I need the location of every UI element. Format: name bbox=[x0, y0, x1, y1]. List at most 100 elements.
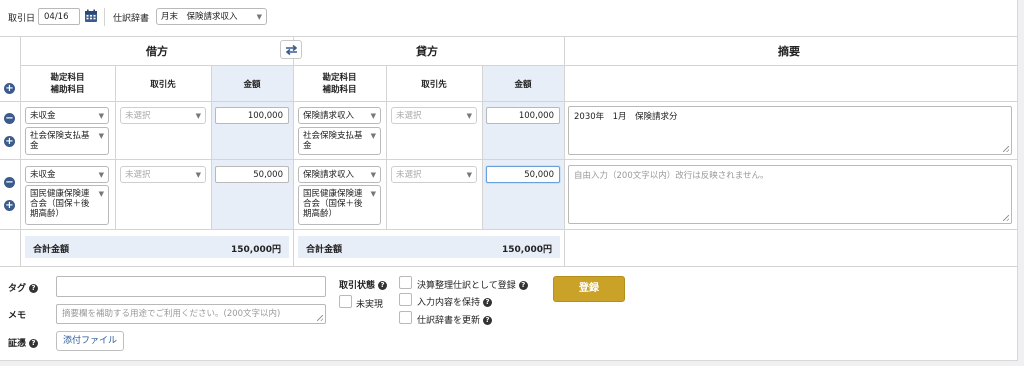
grid-line bbox=[20, 36, 21, 266]
account-header-line1: 勘定科目 bbox=[50, 73, 85, 83]
chevron-down-icon: ▼ bbox=[98, 171, 104, 179]
debit-amount-column-bg bbox=[211, 66, 293, 229]
keep-input-checkbox[interactable] bbox=[399, 293, 412, 306]
select-value: 未収金 bbox=[30, 111, 56, 121]
attach-file-button[interactable]: 添付ファイル bbox=[56, 331, 124, 351]
debit-total-value: 150,000円 bbox=[231, 245, 281, 255]
journal-entry-form: 取引日 04/16 仕訳辞書 月末 保険請求収入 ▼ 借方 貸方 摘要 勘定科目… bbox=[0, 0, 1018, 361]
debit-total: 合計金額 150,000円 bbox=[25, 236, 289, 258]
debit-partner-select[interactable]: 未選択 ▼ bbox=[120, 107, 206, 124]
debit-partner-select[interactable]: 未選択 ▼ bbox=[120, 166, 206, 183]
question-icon[interactable]: ? bbox=[518, 281, 528, 290]
credit-amount-input[interactable]: 50,000 bbox=[486, 166, 560, 183]
tag-input[interactable] bbox=[56, 276, 326, 297]
plus-circle-icon[interactable]: + bbox=[4, 136, 15, 147]
chevron-down-icon: ▼ bbox=[256, 13, 262, 21]
debit-amount-input[interactable]: 100,000 bbox=[215, 107, 289, 124]
date-input[interactable]: 04/16 bbox=[38, 8, 80, 25]
debit-account-select[interactable]: 未収金 ▼ bbox=[25, 107, 109, 124]
credit-account-header: 勘定科目 補助科目 bbox=[293, 72, 386, 96]
credit-amount-header: 金額 bbox=[514, 80, 532, 90]
chevron-down-icon: ▼ bbox=[370, 132, 376, 140]
table-top-border bbox=[0, 36, 1018, 37]
account-header-line2: 補助科目 bbox=[50, 85, 85, 95]
status-label-text: 取引状態 bbox=[339, 281, 376, 291]
chevron-down-icon: ▼ bbox=[370, 190, 376, 198]
select-value: 未選択 bbox=[125, 111, 151, 121]
grid-line bbox=[0, 229, 1018, 230]
debit-amount-input[interactable]: 50,000 bbox=[215, 166, 289, 183]
chevron-down-icon: ▼ bbox=[370, 112, 376, 120]
update-dict-label: 仕訳辞書を更新? bbox=[417, 313, 493, 326]
update-dict-checkbox[interactable] bbox=[399, 311, 412, 324]
plus-circle-icon[interactable]: + bbox=[4, 83, 15, 94]
credit-total-value: 150,000円 bbox=[502, 245, 552, 255]
account-header-line1: 勘定科目 bbox=[322, 73, 357, 83]
memo-textarea[interactable]: 2030年 1月 保険請求分 bbox=[568, 106, 1012, 155]
memo-label: メモ bbox=[8, 311, 27, 321]
settlement-label: 決算整理仕訳として登録? bbox=[417, 278, 528, 291]
account-header-line2: 補助科目 bbox=[322, 85, 357, 95]
credit-sub-account-select[interactable]: 社会保険支払基金 ▼ bbox=[298, 127, 381, 155]
select-value: 社会保険支払基金 bbox=[303, 131, 363, 151]
grid-line bbox=[386, 66, 387, 229]
swap-icon bbox=[285, 44, 298, 56]
credit-partner-header: 取引先 bbox=[421, 80, 447, 90]
credit-partner-select[interactable]: 未選択 ▼ bbox=[391, 166, 477, 183]
question-icon[interactable]: ? bbox=[483, 316, 493, 325]
grid-line bbox=[0, 159, 1018, 160]
grid-line bbox=[0, 266, 1018, 267]
minus-circle-icon[interactable]: − bbox=[4, 113, 15, 124]
resize-handle[interactable] bbox=[1003, 215, 1009, 221]
grid-line bbox=[564, 36, 565, 266]
question-icon[interactable]: ? bbox=[483, 298, 493, 307]
keep-input-label: 入力内容を保持? bbox=[417, 295, 493, 308]
keep-input-label-text: 入力内容を保持 bbox=[417, 298, 481, 308]
chevron-down-icon: ▼ bbox=[195, 171, 201, 179]
swap-button[interactable] bbox=[280, 40, 302, 59]
resize-handle[interactable] bbox=[1003, 146, 1009, 152]
dict-select[interactable]: 月末 保険請求収入 ▼ bbox=[156, 8, 267, 25]
chevron-down-icon: ▼ bbox=[98, 112, 104, 120]
select-value: 国民健康保険連合会（国保＋後期高齢） bbox=[303, 189, 363, 219]
plus-circle-icon[interactable]: + bbox=[4, 200, 15, 211]
select-value: 保険請求収入 bbox=[303, 170, 355, 180]
debit-account-select[interactable]: 未収金 ▼ bbox=[25, 166, 109, 183]
evidence-label: 証憑? bbox=[8, 336, 39, 349]
memo-placeholder: 自由入力（200文字以内）改行は反映されません。 bbox=[574, 171, 769, 181]
grid-line bbox=[482, 66, 483, 229]
memo-text: 2030年 1月 保険請求分 bbox=[574, 112, 678, 122]
debit-amount-header: 金額 bbox=[243, 80, 261, 90]
select-value: 未選択 bbox=[125, 170, 151, 180]
chevron-down-icon: ▼ bbox=[98, 190, 104, 198]
chevron-down-icon: ▼ bbox=[466, 112, 472, 120]
unrealized-checkbox[interactable] bbox=[339, 295, 352, 308]
question-icon[interactable]: ? bbox=[378, 281, 388, 290]
memo-header: 摘要 bbox=[778, 45, 800, 58]
settlement-checkbox[interactable] bbox=[399, 276, 412, 289]
tag-label: タグ? bbox=[8, 281, 39, 294]
resize-handle[interactable] bbox=[317, 315, 323, 321]
total-label: 合計金額 bbox=[33, 245, 70, 255]
select-value: 未収金 bbox=[30, 170, 56, 180]
credit-amount-input[interactable]: 100,000 bbox=[486, 107, 560, 124]
debit-sub-account-select[interactable]: 社会保険支払基金 ▼ bbox=[25, 127, 109, 155]
memo-textarea[interactable]: 自由入力（200文字以内）改行は反映されません。 bbox=[568, 165, 1012, 224]
date-label: 取引日 bbox=[8, 14, 36, 24]
question-icon[interactable]: ? bbox=[29, 339, 39, 348]
footer-memo-textarea[interactable]: 摘要欄を補助する用途でご利用ください。(200文字以内) bbox=[56, 304, 326, 324]
select-value: 未選択 bbox=[396, 111, 422, 121]
debit-sub-account-select[interactable]: 国民健康保険連合会（国保＋後期高齢） ▼ bbox=[25, 185, 109, 225]
select-value: 国民健康保険連合会（国保＋後期高齢） bbox=[30, 189, 90, 219]
credit-account-select[interactable]: 保険請求収入 ▼ bbox=[298, 107, 381, 124]
minus-circle-icon[interactable]: − bbox=[4, 177, 15, 188]
credit-partner-select[interactable]: 未選択 ▼ bbox=[391, 107, 477, 124]
calendar-icon[interactable] bbox=[84, 9, 98, 23]
credit-sub-account-select[interactable]: 国民健康保険連合会（国保＋後期高齢） ▼ bbox=[298, 185, 381, 225]
debit-partner-header: 取引先 bbox=[150, 80, 176, 90]
settlement-label-text: 決算整理仕訳として登録 bbox=[417, 281, 516, 291]
question-icon[interactable]: ? bbox=[29, 284, 39, 293]
grid-line bbox=[293, 36, 294, 266]
register-button[interactable]: 登録 bbox=[553, 276, 625, 302]
credit-account-select[interactable]: 保険請求収入 ▼ bbox=[298, 166, 381, 183]
